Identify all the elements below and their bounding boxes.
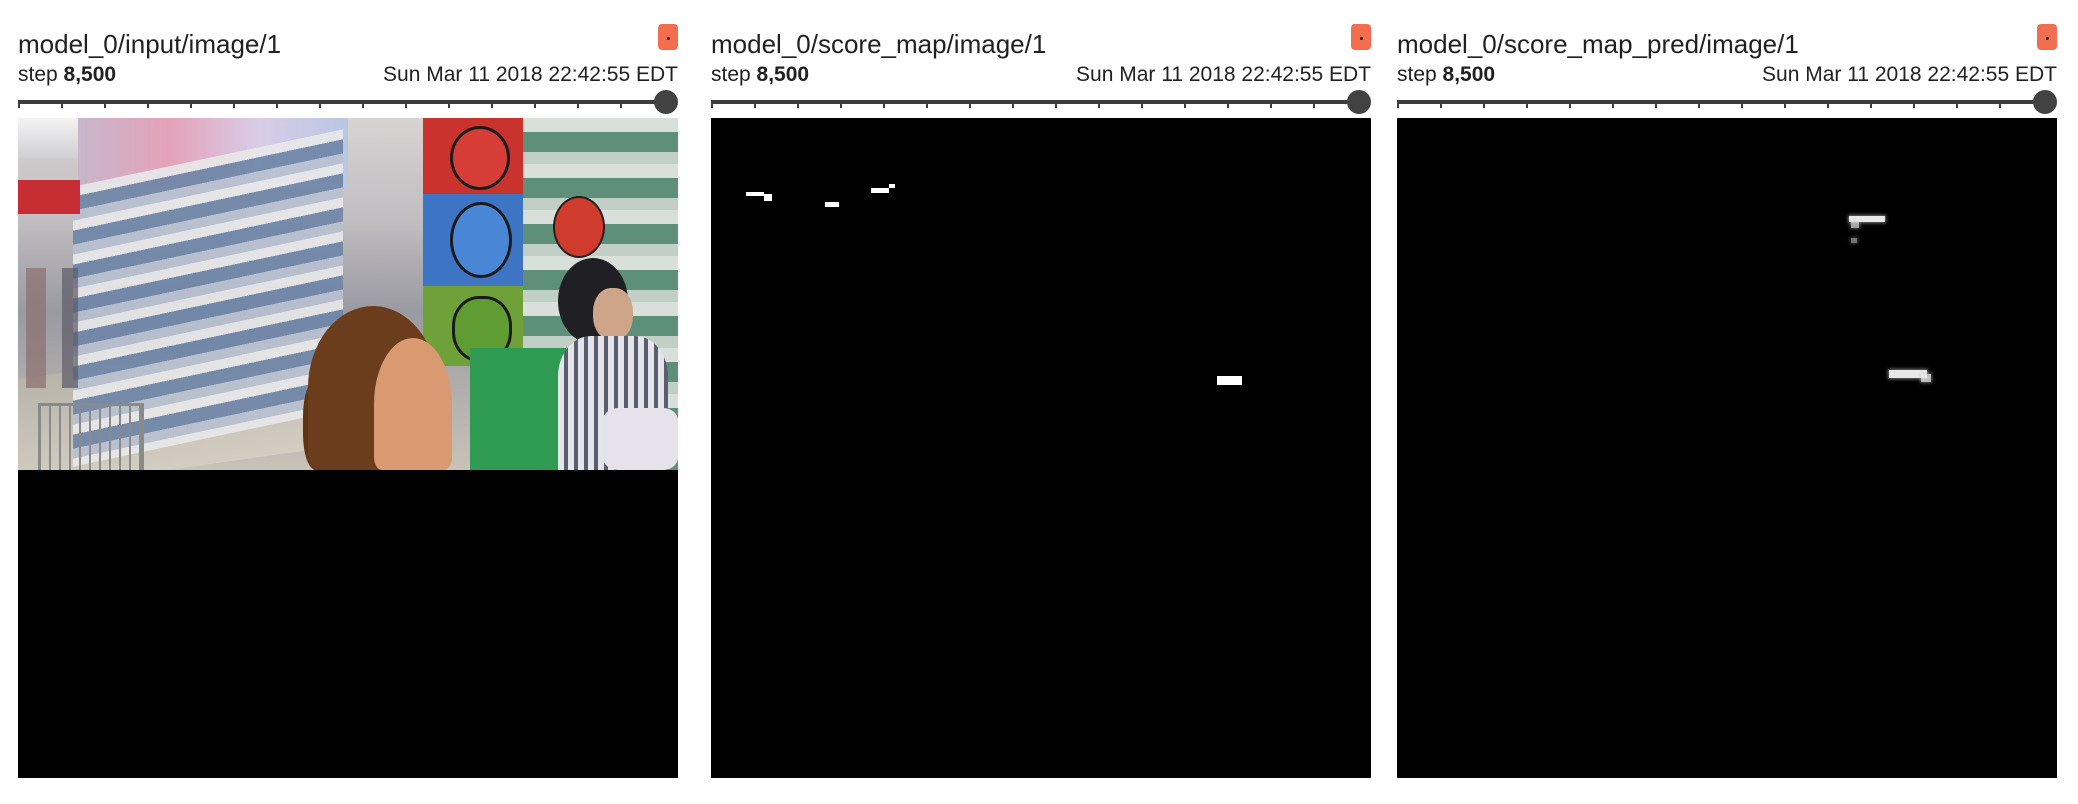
step-label: step (1397, 63, 1437, 86)
step-info: step 8,500 (1397, 62, 1495, 88)
photo-bag (603, 408, 678, 470)
pred-mark (1851, 238, 1857, 243)
image-card-score-map-pred: model_0/score_map_pred/image/1 step 8,50… (1397, 22, 2057, 778)
pred-mark (1921, 374, 1931, 382)
expand-image-icon[interactable] (658, 24, 678, 50)
expand-image-icon[interactable] (2037, 24, 2057, 50)
pred-mark (1851, 222, 1859, 228)
photo-man-face (593, 288, 633, 340)
card-title: model_0/score_map_pred/image/1 (1397, 29, 1799, 59)
timestamp: Sun Mar 11 2018 22:42:55 EDT (1076, 63, 1371, 86)
supermarket-photo (18, 118, 678, 470)
photo-red-sign (18, 180, 80, 214)
card-header: model_0/input/image/1 step 8,500 Sun Mar… (18, 22, 678, 118)
step-info: step 8,500 (711, 62, 809, 88)
score-mark (871, 188, 889, 193)
score-mark (825, 202, 839, 207)
card-title: model_0/input/image/1 (18, 29, 282, 59)
photo-character-4 (553, 196, 605, 258)
photo-cart (38, 403, 144, 470)
score-mark (889, 184, 895, 188)
step-label: step (711, 63, 751, 86)
score-mark (1217, 376, 1242, 385)
photo-green-display (470, 348, 566, 470)
step-slider[interactable] (1397, 90, 2057, 114)
card-title: model_0/score_map/image/1 (711, 29, 1047, 59)
slider-thumb[interactable] (2033, 90, 2057, 114)
score-map-pred-image (1397, 118, 2057, 778)
step-info: step 8,500 (18, 62, 116, 88)
slider-ticks (1397, 104, 2045, 108)
score-mark (764, 194, 772, 201)
step-slider[interactable] (711, 90, 1371, 114)
score-mark (746, 192, 764, 196)
photo-woman-face (374, 338, 452, 470)
photo-shoppers (26, 268, 116, 388)
card-header: model_0/score_map/image/1 step 8,500 Sun… (711, 22, 1371, 118)
input-image (18, 118, 678, 778)
expand-image-icon[interactable] (1351, 24, 1371, 50)
slider-ticks (18, 104, 666, 108)
image-card-score-map: model_0/score_map/image/1 step 8,500 Sun… (711, 22, 1371, 778)
timestamp: Sun Mar 11 2018 22:42:55 EDT (383, 63, 678, 86)
card-header: model_0/score_map_pred/image/1 step 8,50… (1397, 22, 2057, 118)
step-value: 8,500 (756, 63, 810, 86)
slider-ticks (711, 104, 1359, 108)
photo-character-2 (450, 202, 512, 278)
slider-thumb[interactable] (1347, 90, 1371, 114)
score-map-image (711, 118, 1371, 778)
photo-character-1 (450, 126, 510, 190)
step-value: 8,500 (63, 63, 117, 86)
step-slider[interactable] (18, 90, 678, 114)
timestamp: Sun Mar 11 2018 22:42:55 EDT (1762, 63, 2057, 86)
step-label: step (18, 63, 58, 86)
step-value: 8,500 (1442, 63, 1496, 86)
image-card-input: model_0/input/image/1 step 8,500 Sun Mar… (18, 22, 678, 778)
slider-thumb[interactable] (654, 90, 678, 114)
